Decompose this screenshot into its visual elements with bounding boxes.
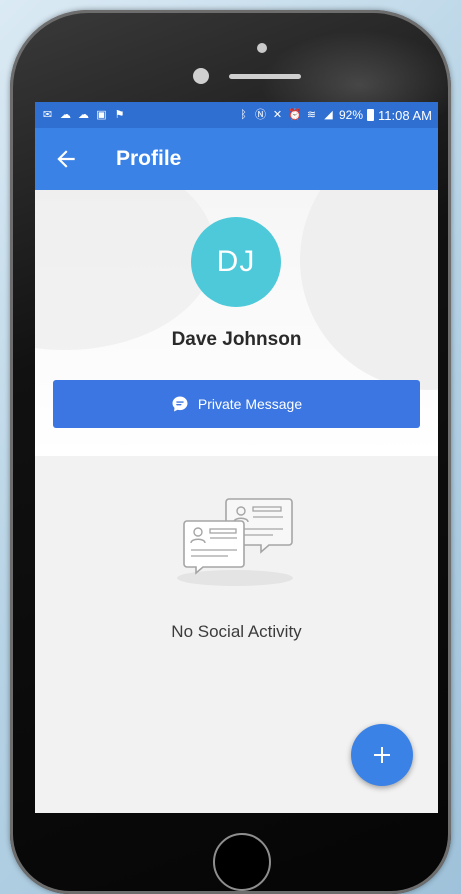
status-bar: ✉ ☁ ☁ ▣ ⚑ ᛒ Ⓝ ✕ ⏰ ≋ ◢ 92% 11:08 AM [35, 102, 438, 128]
private-message-button[interactable]: Private Message [53, 380, 420, 428]
battery-icon [367, 109, 375, 121]
weather-icon: ☁ [60, 108, 71, 121]
home-button[interactable] [213, 833, 271, 891]
wifi-icon: ≋ [306, 108, 317, 121]
mail-icon: ✉ [42, 108, 53, 121]
earpiece-speaker [229, 74, 301, 79]
status-notification-icons: ✉ ☁ ☁ ▣ ⚑ [41, 109, 126, 122]
image-icon: ▣ [96, 108, 107, 121]
nfc-icon: Ⓝ [255, 108, 266, 121]
chat-bubble-icon [172, 396, 188, 412]
background-decoration [35, 190, 215, 350]
empty-state-text: No Social Activity [171, 622, 302, 641]
contact-cards-icon [177, 498, 293, 586]
battery-percent: 92% [339, 108, 364, 122]
profile-name: Dave Johnson [171, 329, 302, 350]
bluetooth-icon: ᛒ [240, 108, 247, 121]
page-title: Profile [116, 147, 182, 170]
profile-card: DJ Dave Johnson Private Message [35, 190, 438, 456]
alarm-icon: ⏰ [288, 108, 302, 121]
add-button[interactable] [351, 724, 413, 786]
plus-icon [374, 747, 390, 763]
flag-icon: ⚑ [114, 108, 125, 121]
avatar-initials: DJ [216, 245, 256, 278]
status-time: 11:08 AM [378, 107, 432, 123]
mute-icon: ✕ [272, 108, 283, 121]
front-camera [257, 43, 267, 53]
app-screen: ✉ ☁ ☁ ▣ ⚑ ᛒ Ⓝ ✕ ⏰ ≋ ◢ 92% 11:08 AM Profi… [35, 102, 438, 813]
proximity-sensor [193, 68, 209, 84]
private-message-label: Private Message [197, 396, 303, 412]
status-system-icons: ᛒ Ⓝ ✕ ⏰ ≋ ◢ 92% 11:08 AM [237, 108, 432, 123]
background-decoration [300, 190, 438, 390]
arrow-left-icon[interactable] [53, 146, 79, 172]
signal-icon: ◢ [324, 108, 333, 121]
app-header: Profile [35, 128, 438, 190]
cloud-icon: ☁ [78, 108, 89, 121]
avatar[interactable]: DJ [191, 217, 281, 307]
